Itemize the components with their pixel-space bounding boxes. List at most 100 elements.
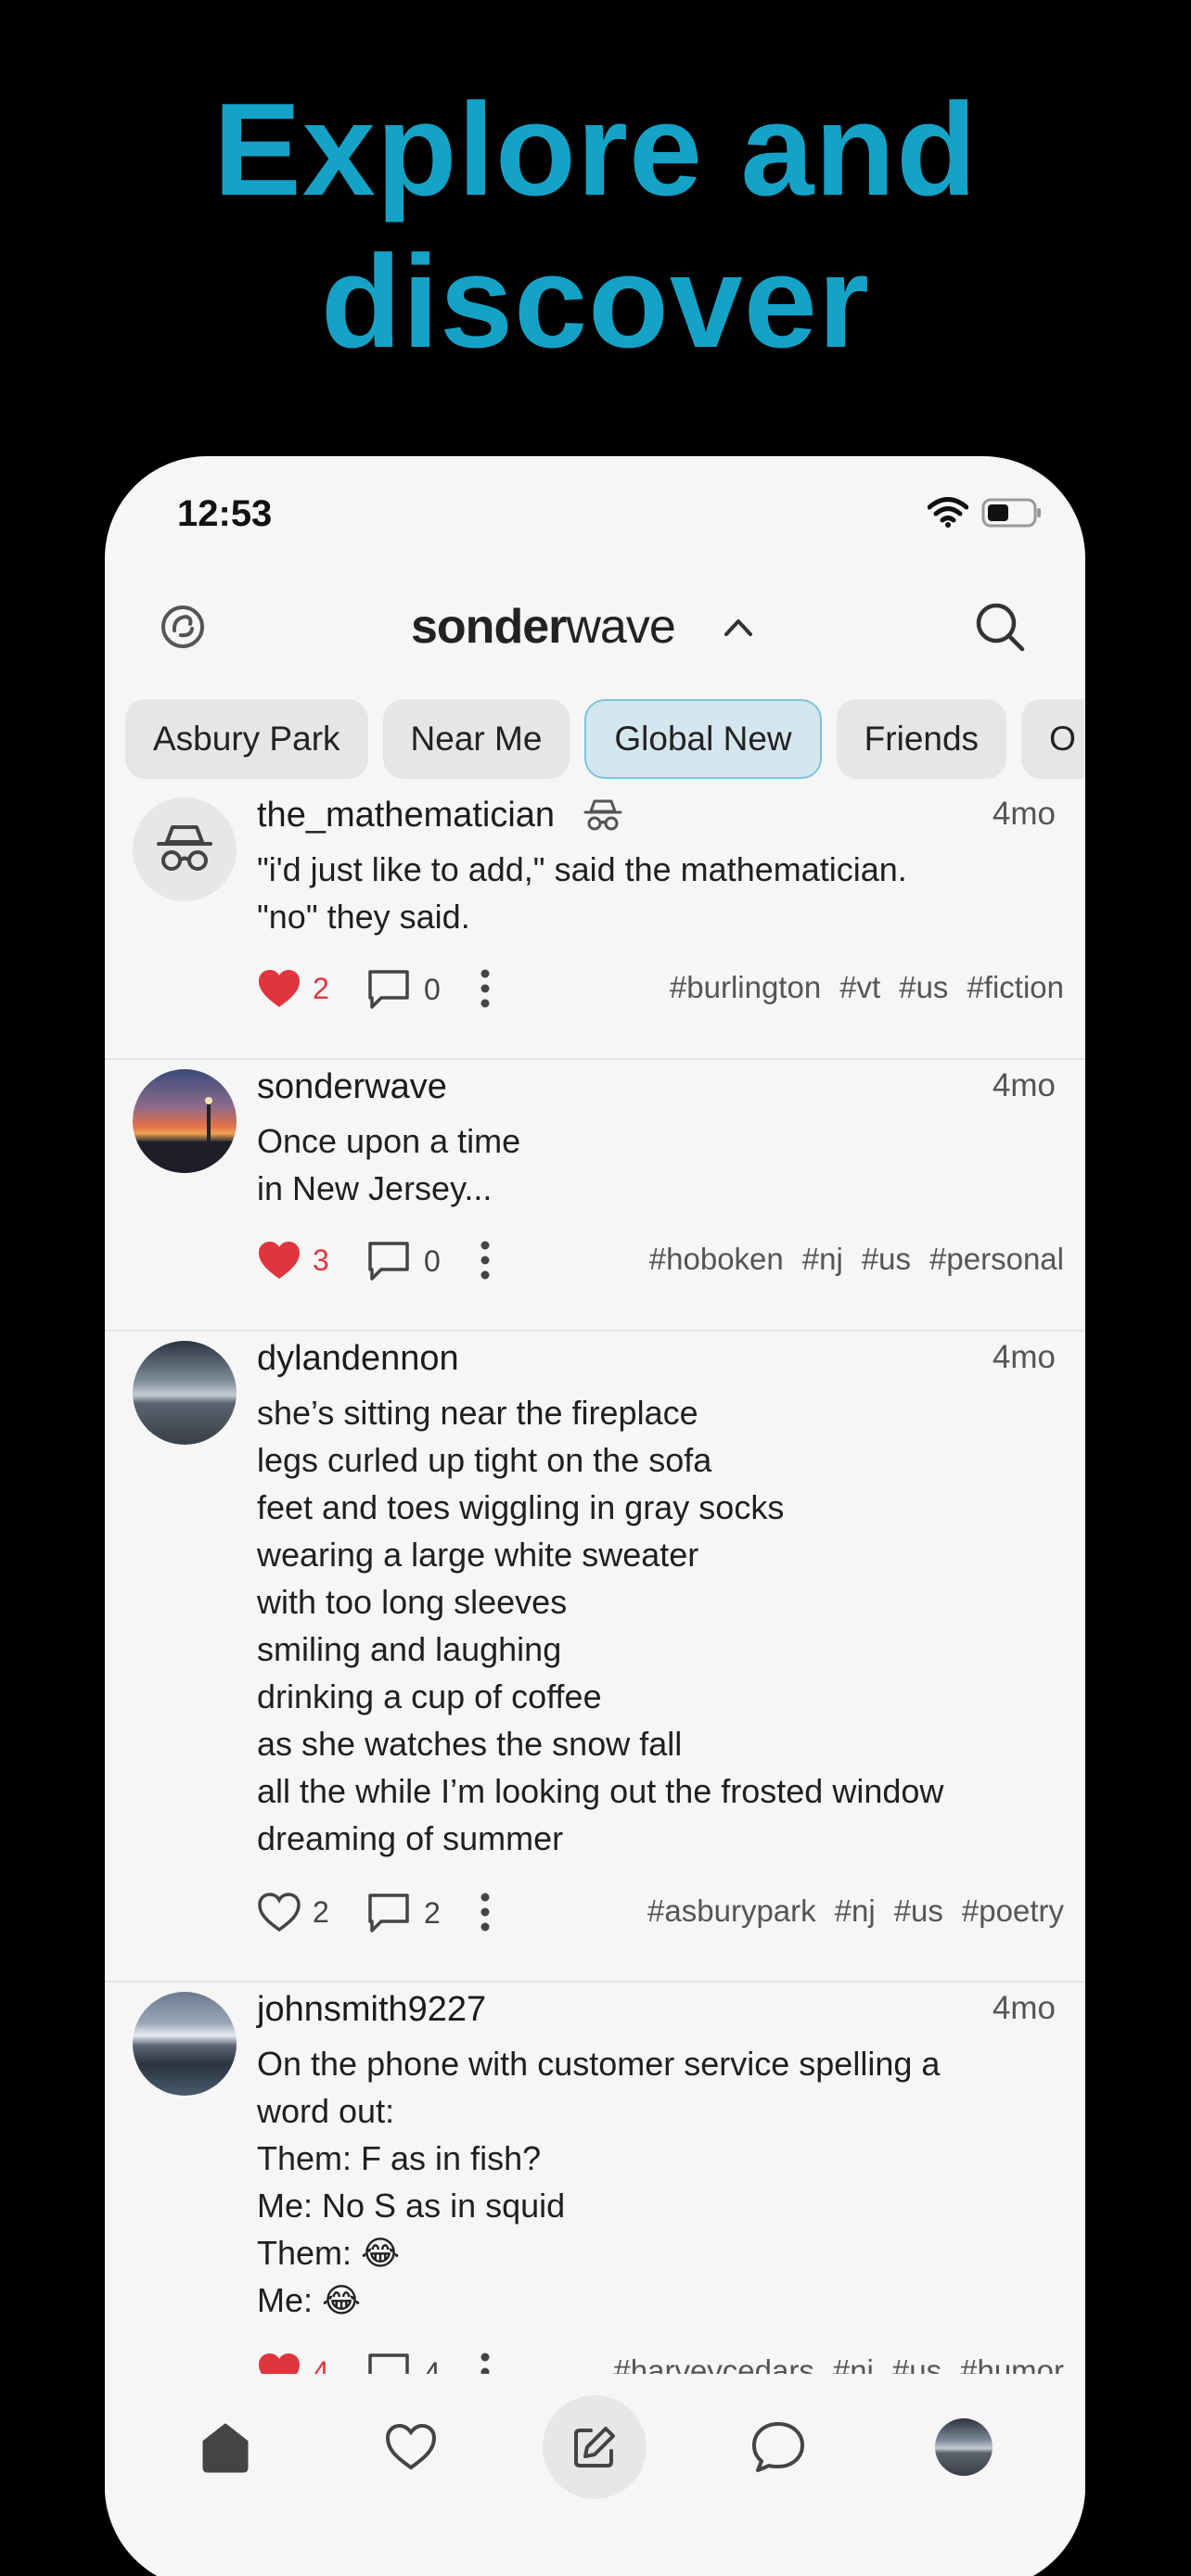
post[interactable]: dylandennon 4mo she’s sitting near the f…	[105, 1332, 1085, 1983]
tag[interactable]: #nj	[802, 1242, 843, 1276]
nav-compose[interactable]	[543, 2395, 647, 2499]
post-line: "i'd just like to add," said the mathema…	[257, 850, 907, 888]
tag[interactable]: #us	[862, 1242, 911, 1276]
post-line: drinking a cup of coffee	[257, 1677, 602, 1715]
post-body: "i'd just like to add," said the mathema…	[257, 846, 907, 940]
post-tags: #hoboken #nj #us #personal	[631, 1242, 1064, 1277]
heart-filled-icon	[259, 1242, 300, 1279]
post-feed: the_mathematician 4mo "i'd just like to …	[105, 788, 1085, 2374]
tag[interactable]: #fiction	[967, 970, 1064, 1004]
nav-messages[interactable]	[726, 2395, 830, 2499]
more-options-icon[interactable]	[474, 1890, 496, 1934]
app-header: sonderwave	[105, 577, 1085, 679]
tag[interactable]: #burlington	[670, 970, 821, 1004]
headline-line-1: Explore and	[213, 76, 978, 223]
post-tags: #burlington #vt #us #fiction	[651, 970, 1064, 1005]
post-line: smiling and laughing	[257, 1630, 562, 1668]
headline-line-2: discover	[320, 228, 871, 376]
post-line: wearing a large white sweater	[257, 1536, 699, 1574]
comment-count: 2	[424, 1895, 441, 1930]
heart-outline-icon	[258, 1893, 301, 1932]
lamp-post-icon	[133, 1097, 237, 1173]
like-button[interactable]: 2	[257, 1892, 329, 1932]
tag[interactable]: #asburypark	[647, 1894, 816, 1928]
comment-icon	[368, 1894, 409, 1932]
home-icon	[202, 2423, 249, 2473]
post[interactable]: johnsmith9227 4mo On the phone with cust…	[105, 1983, 1085, 2374]
chip-friends[interactable]: Friends	[836, 699, 1007, 779]
post-tags: #asburypark #nj #us #poetry	[629, 1894, 1064, 1929]
nav-home[interactable]	[173, 2395, 277, 2499]
more-options-icon[interactable]	[474, 966, 496, 1011]
post-line: Once upon a time	[257, 1122, 521, 1160]
incognito-icon	[157, 825, 212, 871]
comment-icon	[368, 1242, 409, 1281]
anonymous-avatar[interactable]	[133, 797, 237, 901]
comment-button[interactable]: 4	[366, 2352, 441, 2374]
comment-count: 0	[424, 1243, 441, 1278]
tag[interactable]: #personal	[929, 1242, 1064, 1276]
avatar[interactable]	[133, 1069, 237, 1173]
chevron-up-icon[interactable]	[717, 608, 760, 645]
post-username[interactable]: the_mathematician	[257, 796, 555, 835]
post-line: word out:	[257, 2092, 395, 2130]
post[interactable]: sonderwave 4mo Once upon a time in New J…	[105, 1060, 1085, 1332]
nav-profile[interactable]	[912, 2395, 1016, 2499]
post[interactable]: the_mathematician 4mo "i'd just like to …	[105, 788, 1085, 1060]
avatar[interactable]	[133, 1992, 237, 2096]
post-tags: #harveycedars #nj #us #humor	[595, 2353, 1064, 2374]
tag[interactable]: #us	[894, 1894, 943, 1928]
more-options-icon[interactable]	[474, 1238, 496, 1282]
post-line: as she watches the snow fall	[257, 1725, 683, 1763]
tag[interactable]: #poetry	[962, 1894, 1064, 1928]
app-title[interactable]: sonderwave	[411, 599, 676, 655]
chip-global-new[interactable]: Global New	[584, 699, 822, 779]
chip-more[interactable]: O	[1021, 699, 1085, 779]
avatar[interactable]	[133, 1341, 237, 1445]
chip-asbury-park[interactable]: Asbury Park	[125, 699, 368, 779]
comment-button[interactable]: 0	[366, 1240, 441, 1282]
post-username[interactable]: johnsmith9227	[257, 1990, 486, 2030]
comment-count: 0	[424, 972, 441, 1006]
refresh-icon[interactable]	[159, 603, 207, 651]
post-body: Once upon a time in New Jersey...	[257, 1117, 520, 1212]
post-username[interactable]: sonderwave	[257, 1067, 447, 1107]
heart-icon	[385, 2423, 437, 2470]
post-time: 4mo	[992, 1067, 1056, 1103]
search-icon[interactable]	[972, 599, 1028, 655]
post-line: Them: F as in fish?	[257, 2139, 542, 2177]
comment-icon	[368, 2353, 409, 2374]
post-line: "no" they said.	[257, 898, 470, 936]
post-line: Them: 😂	[257, 2234, 401, 2272]
tag[interactable]: #nj	[835, 1894, 876, 1928]
like-button[interactable]: 4	[257, 2352, 329, 2374]
battery-icon	[981, 498, 1041, 528]
tag[interactable]: #us	[899, 970, 948, 1004]
comment-button[interactable]: 0	[366, 968, 441, 1011]
tag[interactable]: #harveycedars	[613, 2353, 813, 2374]
comment-button[interactable]: 2	[366, 1892, 441, 1934]
nav-likes[interactable]	[359, 2395, 463, 2499]
like-button[interactable]: 2	[257, 968, 329, 1009]
post-time: 4mo	[992, 796, 1056, 832]
chip-near-me[interactable]: Near Me	[382, 699, 570, 779]
app-title-light: wave	[566, 600, 675, 654]
tag[interactable]: #hoboken	[649, 1242, 784, 1276]
post-line: legs curled up tight on the sofa	[257, 1441, 712, 1479]
post-username[interactable]: dylandennon	[257, 1339, 459, 1379]
like-button[interactable]: 3	[257, 1240, 329, 1281]
post-time: 4mo	[992, 1990, 1056, 2026]
post-actions: 2 2 #asburypark #nj #us #poetry	[257, 1884, 1064, 1940]
tag[interactable]: #humor	[960, 2353, 1064, 2374]
more-options-icon[interactable]	[474, 2350, 496, 2374]
post-line: Me: No S as in squid	[257, 2187, 566, 2225]
tag[interactable]: #vt	[839, 970, 880, 1004]
status-time: 12:53	[177, 493, 273, 534]
post-line: she’s sitting near the fireplace	[257, 1394, 698, 1432]
tag[interactable]: #nj	[833, 2353, 874, 2374]
heart-filled-icon	[259, 970, 300, 1007]
bottom-nav	[105, 2380, 1085, 2510]
post-actions: 2 0 #burlington #vt #us #fiction	[257, 961, 1064, 1016]
compose-icon	[574, 2427, 615, 2468]
tag[interactable]: #us	[892, 2353, 941, 2374]
